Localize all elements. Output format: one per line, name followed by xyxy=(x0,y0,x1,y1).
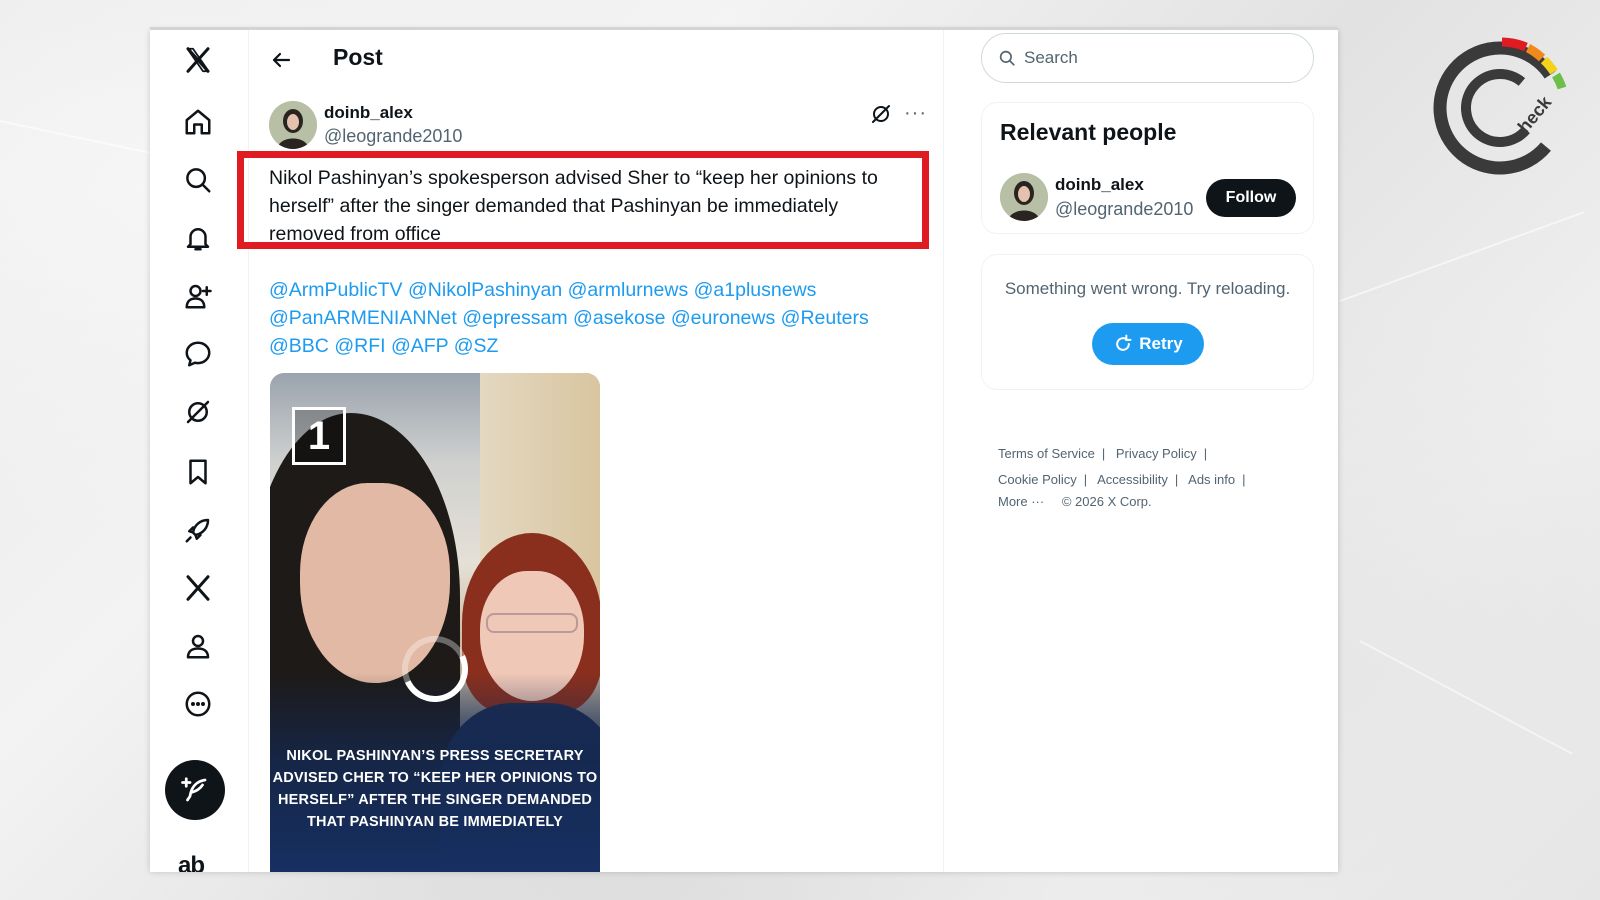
more-circle-icon[interactable] xyxy=(180,686,216,722)
relevant-name[interactable]: doinb_alex xyxy=(1055,175,1144,195)
post-mentions: @ArmPublicTV @NikolPashinyan @armlurnews… xyxy=(269,276,909,360)
mention-link[interactable]: @asekose xyxy=(573,307,665,329)
mention-link[interactable]: @euronews xyxy=(671,307,775,329)
mention-link[interactable]: @epressam xyxy=(462,307,567,329)
background-crease xyxy=(1359,640,1573,755)
notifications-bell-icon[interactable] xyxy=(180,220,216,256)
grok-icon[interactable] xyxy=(180,394,216,430)
mention-link[interactable]: @RFI xyxy=(334,335,385,357)
x-premium-icon[interactable] xyxy=(180,570,216,606)
search-icon[interactable] xyxy=(180,162,216,198)
follow-person-plus-icon[interactable] xyxy=(180,278,216,314)
bookmark-icon[interactable] xyxy=(180,454,216,490)
feather-plus-icon xyxy=(181,777,207,802)
browser-window: ab Post doinb_alex @leogrande2010 ··· Ni… xyxy=(150,30,1338,872)
mention-link[interactable]: @NikolPashinyan xyxy=(408,279,562,301)
footer-links: Terms of Service | Privacy Policy | Cookie… xyxy=(998,446,1246,509)
relevant-people-card: Relevant people doinb_alex @leogrande201… xyxy=(981,102,1314,234)
terms-link[interactable]: Terms of Service xyxy=(998,446,1095,461)
channel-logo: 1 xyxy=(292,407,346,465)
back-button[interactable] xyxy=(265,44,297,76)
x-logo-icon[interactable] xyxy=(180,42,216,78)
media-caption: NIKOL PASHINYAN’S PRESS SECRETARY ADVISE… xyxy=(272,748,598,830)
author-handle[interactable]: @leogrande2010 xyxy=(324,126,462,147)
relevant-avatar[interactable] xyxy=(1000,173,1048,221)
profile-person-icon[interactable] xyxy=(180,628,216,664)
refresh-icon xyxy=(1116,334,1132,351)
home-icon[interactable] xyxy=(180,104,216,140)
ccheck-logo-icon: heck xyxy=(1433,37,1567,175)
mention-link[interactable]: @armlurnews xyxy=(568,279,689,301)
cookie-link[interactable]: Cookie Policy xyxy=(998,472,1077,487)
author-avatar[interactable] xyxy=(269,101,317,149)
author-name[interactable]: doinb_alex xyxy=(324,103,413,123)
search-box[interactable] xyxy=(981,33,1314,83)
compose-post-button[interactable] xyxy=(165,760,225,820)
background-crease xyxy=(0,120,157,156)
accessibility-link[interactable]: Accessibility xyxy=(1097,472,1168,487)
retry-label: Retry xyxy=(1139,334,1183,353)
svg-text:heck: heck xyxy=(1514,92,1556,137)
grok-icon xyxy=(872,105,890,123)
retry-button[interactable]: Retry xyxy=(1092,323,1204,365)
page-title: Post xyxy=(333,44,383,70)
mention-link[interactable]: @ArmPublicTV xyxy=(269,279,403,301)
mention-link[interactable]: @AFP xyxy=(391,335,448,357)
post-more-options-icon[interactable]: ··· xyxy=(904,102,930,128)
media-glasses xyxy=(486,613,578,633)
copyright: © 2026 X Corp. xyxy=(1061,494,1152,509)
search-icon xyxy=(999,50,1015,66)
relevant-handle[interactable]: @leogrande2010 xyxy=(1055,199,1193,220)
error-message: Something went wrong. Try reloading. xyxy=(1004,279,1291,298)
mention-link[interactable]: @SZ xyxy=(454,335,499,357)
arrow-left-icon xyxy=(272,52,291,68)
rocket-jobs-icon[interactable] xyxy=(180,512,216,548)
mention-link[interactable]: @a1plusnews xyxy=(694,279,817,301)
main-column: Post doinb_alex @leogrande2010 ··· Nikol… xyxy=(237,30,944,872)
more-link[interactable]: More ··· xyxy=(998,494,1044,509)
ads-info-link[interactable]: Ads info xyxy=(1188,472,1235,487)
search-input[interactable] xyxy=(1022,47,1286,69)
account-switcher-partial[interactable]: ab xyxy=(178,852,205,872)
messages-bubble-icon[interactable] xyxy=(180,336,216,372)
mention-link[interactable]: @Reuters xyxy=(781,307,869,329)
sidebar-nav: ab xyxy=(150,30,249,872)
relevant-people-title: Relevant people xyxy=(1000,119,1177,145)
post-text: Nikol Pashinyan’s spokesperson advised S… xyxy=(269,167,878,245)
grok-explain-button[interactable] xyxy=(869,102,895,128)
error-card: Something went wrong. Try reloading. Ret… xyxy=(981,254,1314,390)
mention-link[interactable]: @PanARMENIANNet xyxy=(269,307,457,329)
post-video-media[interactable]: 1 NIKOL PASHINYAN’S PRESS SECRETARY ADVI… xyxy=(270,373,600,872)
background-crease xyxy=(1339,211,1585,302)
mention-link[interactable]: @BBC xyxy=(269,335,329,357)
follow-button[interactable]: Follow xyxy=(1206,179,1296,217)
privacy-link[interactable]: Privacy Policy xyxy=(1116,446,1197,461)
